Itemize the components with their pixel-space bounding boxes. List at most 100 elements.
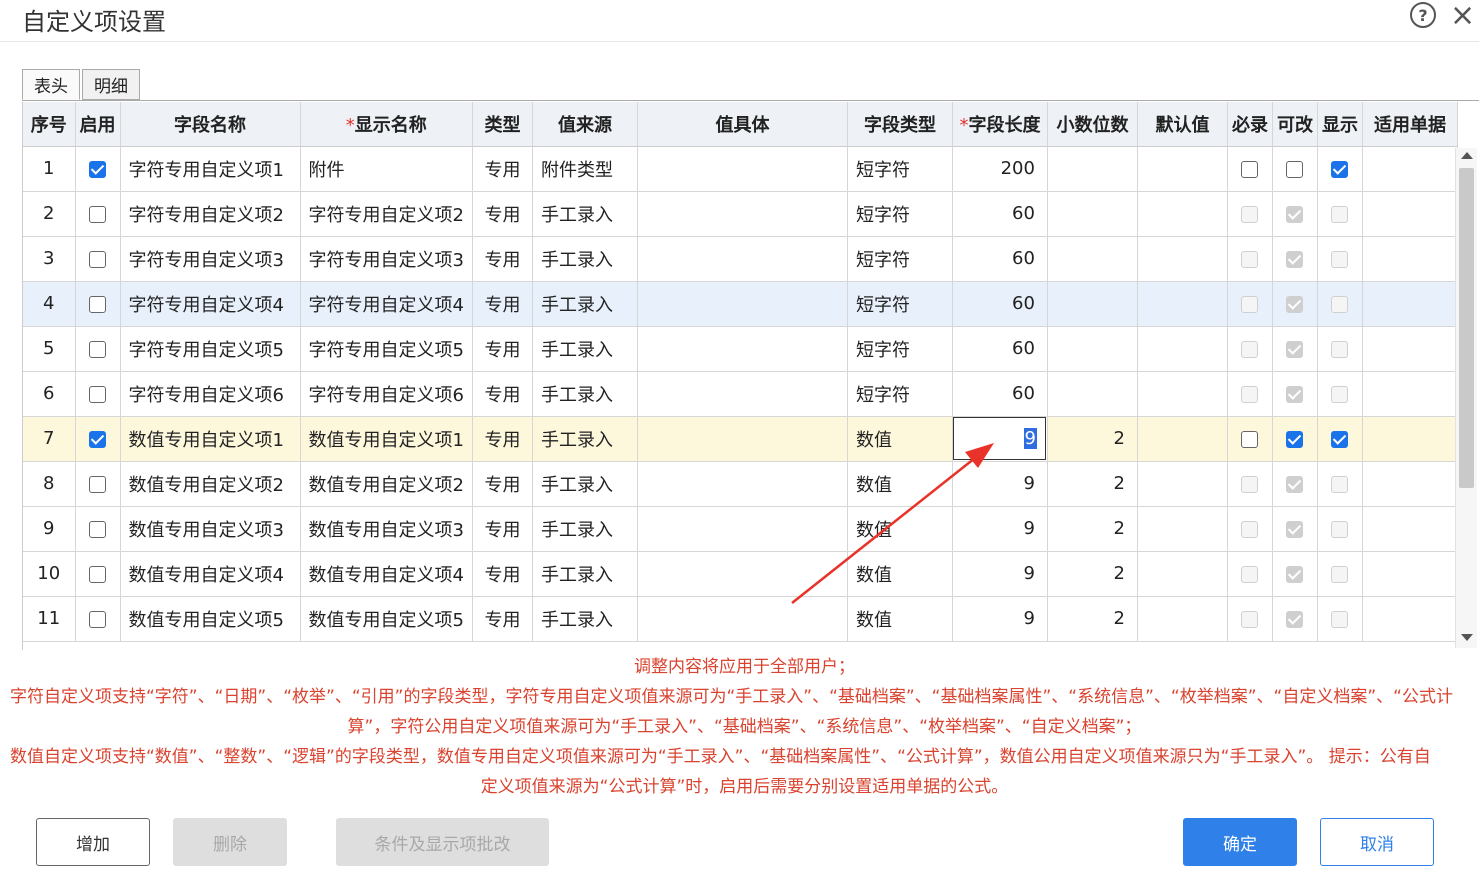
display-name-cell[interactable]: 数值专用自定义项2 [300,461,473,507]
field-name-cell[interactable]: 字符专用自定义项6 [120,371,301,417]
value-source-cell[interactable]: 手工录入 [532,551,638,597]
field-type-cell[interactable]: 短字符 [847,371,953,417]
tab-detail[interactable]: 明细 [82,69,140,100]
decimals-cell[interactable] [1047,146,1138,192]
table-row[interactable]: 1 字符专用自定义项1 附件 专用 附件类型 短字符 200 [23,146,1458,192]
enabled-checkbox[interactable] [89,475,106,493]
field-length-cell[interactable]: 9 [952,506,1048,552]
value-source-cell[interactable]: 手工录入 [532,191,638,237]
value-detail-cell[interactable] [637,371,848,417]
display-name-cell[interactable]: 数值专用自定义项4 [300,551,473,597]
row-seq[interactable]: 8 [23,461,76,507]
help-icon[interactable]: ? [1410,2,1436,28]
field-type-cell[interactable]: 短字符 [847,146,953,192]
field-name-cell[interactable]: 数值专用自定义项3 [120,506,301,552]
decimals-cell[interactable] [1047,326,1138,372]
table-row[interactable]: 5 字符专用自定义项5 字符专用自定义项5 专用 手工录入 短字符 60 [23,326,1458,372]
value-source-cell[interactable]: 手工录入 [532,596,638,642]
display-name-cell[interactable]: 字符专用自定义项6 [300,371,473,417]
field-length-cell[interactable]: 60 [952,236,1048,282]
type-cell[interactable]: 专用 [472,236,533,282]
applicable-docs-cell[interactable] [1362,551,1458,597]
type-cell[interactable]: 专用 [472,506,533,552]
column-header[interactable]: 类型 [472,102,533,147]
delete-button[interactable]: 删除 [173,818,287,866]
field-type-cell[interactable]: 数值 [847,551,953,597]
default-value-cell[interactable] [1137,506,1228,552]
enabled-checkbox[interactable] [89,385,106,403]
display-name-cell[interactable]: 附件 [300,146,473,192]
enabled-checkbox[interactable] [89,295,106,313]
table-row[interactable]: 6 字符专用自定义项6 字符专用自定义项6 专用 手工录入 短字符 60 [23,371,1458,417]
type-cell[interactable]: 专用 [472,281,533,327]
enabled-checkbox[interactable] [89,610,106,628]
row-seq[interactable]: 3 [23,236,76,282]
applicable-docs-cell[interactable] [1362,506,1458,552]
display-name-cell[interactable]: 字符专用自定义项2 [300,191,473,237]
display-name-cell[interactable]: 数值专用自定义项3 [300,506,473,552]
table-row[interactable]: 4 字符专用自定义项4 字符专用自定义项4 专用 手工录入 短字符 60 [23,281,1458,327]
row-seq[interactable]: 5 [23,326,76,372]
value-detail-cell[interactable] [637,146,848,192]
display-name-cell[interactable]: 数值专用自定义项1 [300,416,473,462]
required-checkbox[interactable] [1241,430,1259,448]
type-cell[interactable]: 专用 [472,596,533,642]
value-detail-cell[interactable] [637,596,848,642]
applicable-docs-cell[interactable] [1362,191,1458,237]
column-header[interactable]: 小数位数 [1047,102,1138,147]
field-type-cell[interactable]: 数值 [847,461,953,507]
default-value-cell[interactable] [1137,596,1228,642]
visible-checkbox[interactable] [1331,160,1349,178]
field-length-input[interactable]: 9 [952,416,1048,462]
default-value-cell[interactable] [1137,461,1228,507]
row-seq[interactable]: 11 [23,596,76,642]
table-row[interactable]: 8 数值专用自定义项2 数值专用自定义项2 专用 手工录入 数值 9 2 [23,461,1458,507]
table-row[interactable]: 2 字符专用自定义项2 字符专用自定义项2 专用 手工录入 短字符 60 [23,191,1458,237]
field-name-cell[interactable]: 字符专用自定义项2 [120,191,301,237]
applicable-docs-cell[interactable] [1362,596,1458,642]
decimals-cell[interactable]: 2 [1047,506,1138,552]
field-name-cell[interactable]: 数值专用自定义项2 [120,461,301,507]
applicable-docs-cell[interactable] [1362,371,1458,417]
vertical-scrollbar[interactable] [1455,148,1477,648]
column-header[interactable]: 适用单据 [1362,102,1458,147]
default-value-cell[interactable] [1137,236,1228,282]
value-source-cell[interactable]: 附件类型 [532,146,638,192]
enabled-checkbox[interactable] [89,250,106,268]
field-name-cell[interactable]: 字符专用自定义项3 [120,236,301,282]
close-icon[interactable]: × [1450,0,1475,33]
value-detail-cell[interactable] [637,416,848,462]
type-cell[interactable]: 专用 [472,191,533,237]
table-row[interactable]: 7 数值专用自定义项1 数值专用自定义项1 专用 手工录入 数值 9 2 [23,416,1458,462]
decimals-cell[interactable]: 2 [1047,461,1138,507]
value-detail-cell[interactable] [637,281,848,327]
decimals-cell[interactable] [1047,236,1138,282]
decimals-cell[interactable]: 2 [1047,416,1138,462]
value-detail-cell[interactable] [637,551,848,597]
field-length-cell[interactable]: 60 [952,191,1048,237]
type-cell[interactable]: 专用 [472,551,533,597]
column-header[interactable]: 显示 [1317,102,1363,147]
column-header[interactable]: 字段名称 [120,102,301,147]
field-name-cell[interactable]: 数值专用自定义项5 [120,596,301,642]
enabled-checkbox[interactable] [89,160,106,178]
column-header[interactable]: 必录 [1227,102,1273,147]
column-header[interactable]: 值来源 [532,102,638,147]
default-value-cell[interactable] [1137,191,1228,237]
row-seq[interactable]: 9 [23,506,76,552]
default-value-cell[interactable] [1137,551,1228,597]
value-detail-cell[interactable] [637,461,848,507]
row-seq[interactable]: 10 [23,551,76,597]
value-source-cell[interactable]: 手工录入 [532,236,638,282]
field-length-cell[interactable]: 60 [952,326,1048,372]
field-type-cell[interactable]: 短字符 [847,281,953,327]
value-detail-cell[interactable] [637,236,848,282]
field-name-cell[interactable]: 字符专用自定义项5 [120,326,301,372]
display-name-cell[interactable]: 字符专用自定义项3 [300,236,473,282]
value-source-cell[interactable]: 手工录入 [532,416,638,462]
applicable-docs-cell[interactable] [1362,326,1458,372]
enabled-checkbox[interactable] [89,430,106,448]
type-cell[interactable]: 专用 [472,146,533,192]
default-value-cell[interactable] [1137,326,1228,372]
ok-button[interactable]: 确定 [1183,818,1297,866]
